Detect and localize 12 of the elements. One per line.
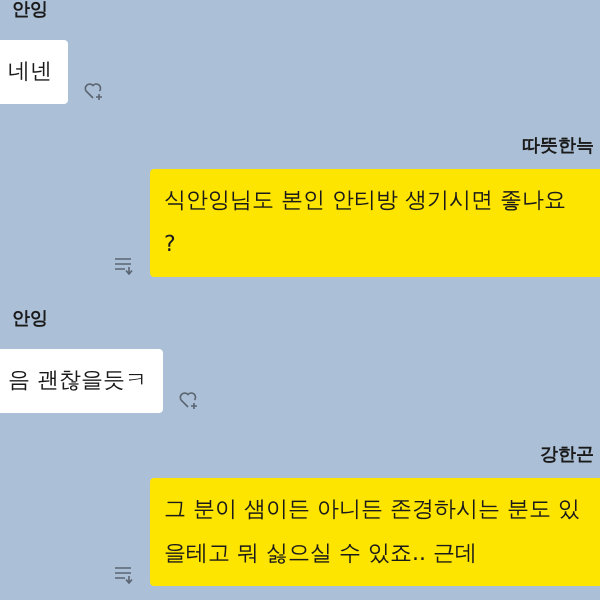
sender-name: 안잉	[12, 0, 48, 22]
sender-name: 따뜻한늑	[522, 134, 594, 158]
message-bubble: 식안잉님도 본인 안티방 생기시면 좋나요 ?	[150, 169, 600, 277]
heart-plus-icon[interactable]	[83, 80, 105, 102]
menu-icon[interactable]	[113, 255, 135, 275]
sender-name: 강한곤	[540, 443, 594, 467]
menu-icon[interactable]	[113, 564, 135, 584]
sender-name: 안잉	[12, 307, 48, 331]
heart-plus-icon[interactable]	[178, 389, 200, 411]
message-bubble: 그 분이 샘이든 아니든 존경하시는 분도 있 을테고 뭐 싫으실 수 있죠.. 근데	[150, 478, 600, 586]
message-bubble: 음 괜찮을듯ㅋ	[0, 349, 163, 413]
message-bubble: 네넨	[0, 40, 68, 104]
